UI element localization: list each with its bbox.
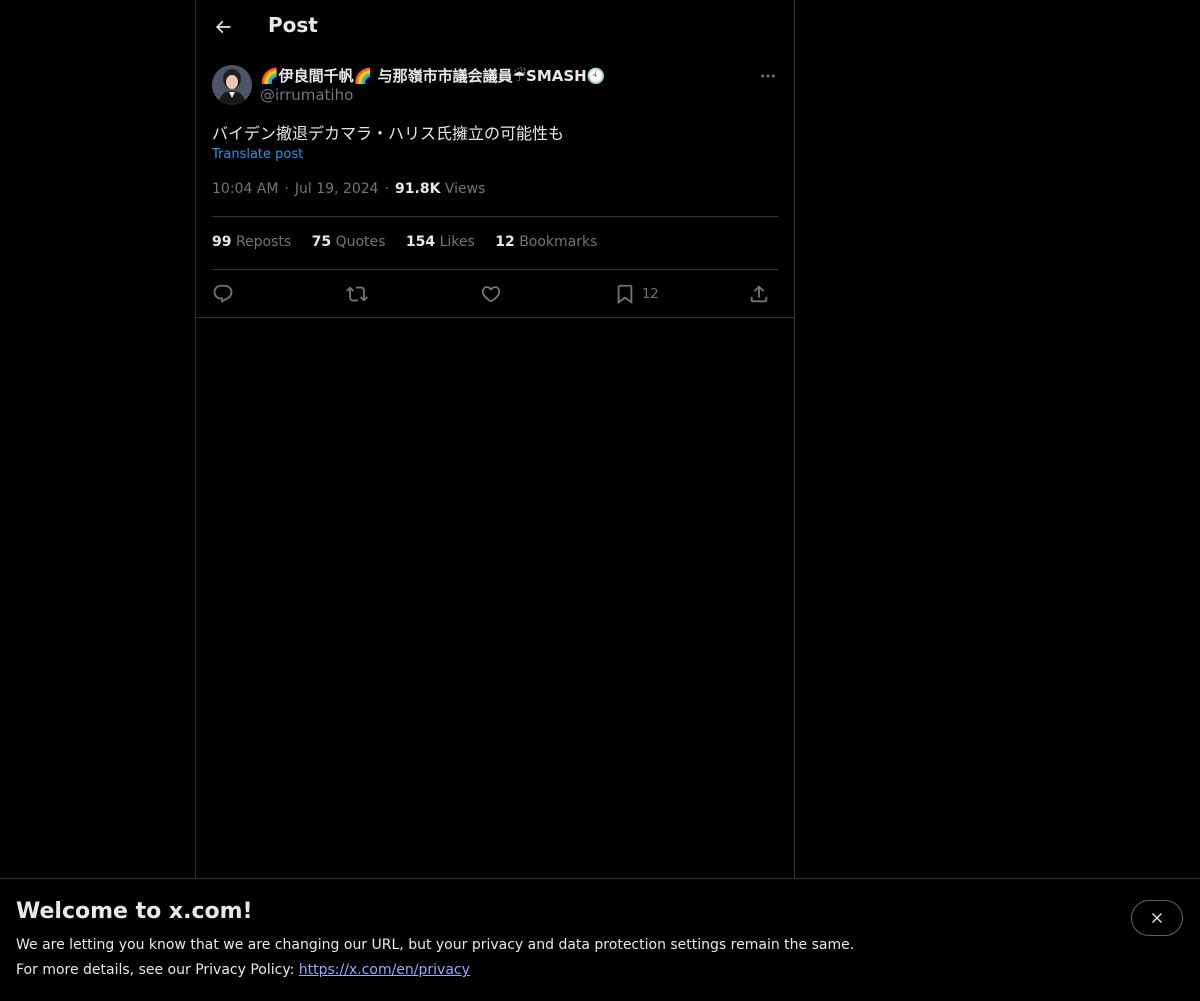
post-metadata: 10:04 AM · Jul 19, 2024 · 91.8K Views: [212, 181, 485, 197]
banner-privacy-line: For more details, see our Privacy Policy…: [16, 962, 470, 978]
back-button[interactable]: [208, 12, 238, 42]
repost-button[interactable]: [346, 280, 368, 308]
privacy-policy-link[interactable]: https://x.com/en/privacy: [299, 962, 470, 978]
page-title: Post: [268, 13, 318, 37]
translate-post-link[interactable]: Translate post: [212, 147, 303, 162]
bookmarks-count: 12: [495, 234, 515, 250]
action-bar: 12: [212, 280, 778, 308]
divider: [212, 269, 778, 270]
user-photo-icon: [212, 65, 252, 105]
separator-dot: ·: [384, 181, 390, 197]
more-button[interactable]: [756, 64, 780, 88]
repost-icon: [346, 286, 368, 302]
share-button[interactable]: [748, 280, 770, 308]
reposts-label: Reposts: [235, 234, 292, 250]
reposts-stat[interactable]: 99 Reposts: [212, 234, 291, 250]
avatar[interactable]: [212, 65, 252, 105]
views-count: 91.8K: [395, 181, 441, 197]
author-name[interactable]: 🌈伊良間千帆🌈 与那嶺市市議会議員☔SMASH🕙: [260, 65, 605, 86]
likes-label: Likes: [439, 234, 475, 250]
primary-column: Post 🌈伊良間千帆🌈 与那嶺市市議会議員☔SMASH🕙 @irrumatih…: [195, 0, 795, 878]
bookmark-button[interactable]: 12: [614, 280, 659, 308]
close-icon: [1152, 913, 1162, 923]
close-banner-button[interactable]: [1131, 900, 1183, 936]
url-change-banner: Welcome to x.com! We are letting you kno…: [0, 878, 1200, 1001]
banner-title: Welcome to x.com!: [16, 899, 253, 924]
divider: [212, 216, 778, 217]
views-label: Views: [444, 181, 486, 197]
more-horizontal-icon: [761, 74, 775, 78]
banner-privacy-prefix: For more details, see our Privacy Policy…: [16, 962, 299, 978]
bookmark-icon: [617, 284, 633, 305]
bookmarks-label: Bookmarks: [519, 234, 598, 250]
post-text: バイデン撤退デカマラ・ハリス氏擁立の可能性も: [212, 124, 565, 143]
separator-dot: ·: [284, 181, 289, 197]
page-header: Post: [196, 0, 794, 55]
reply-icon: [213, 284, 233, 303]
post-time[interactable]: 10:04 AM: [212, 181, 278, 197]
likes-count: 154: [405, 234, 436, 250]
post-date[interactable]: Jul 19, 2024: [295, 181, 379, 197]
banner-message: We are letting you know that we are chan…: [16, 937, 855, 953]
like-button[interactable]: [480, 280, 502, 308]
heart-icon: [481, 286, 501, 303]
author-handle[interactable]: @irrumatiho: [260, 86, 353, 104]
share-icon: [750, 285, 768, 303]
quotes-stat[interactable]: 75 Quotes: [312, 234, 386, 250]
bookmark-count: 12: [642, 286, 659, 302]
divider: [196, 317, 794, 318]
likes-stat[interactable]: 154 Likes: [406, 234, 475, 250]
quotes-count: 75: [311, 234, 332, 250]
reply-button[interactable]: [212, 280, 234, 308]
arrow-left-icon: [215, 20, 231, 34]
reposts-count: 99: [212, 234, 232, 250]
post-stats: 99 Reposts 75 Quotes 154 Likes 12 Bookma…: [212, 234, 613, 250]
bookmarks-stat[interactable]: 12 Bookmarks: [495, 234, 597, 250]
quotes-label: Quotes: [335, 234, 386, 250]
